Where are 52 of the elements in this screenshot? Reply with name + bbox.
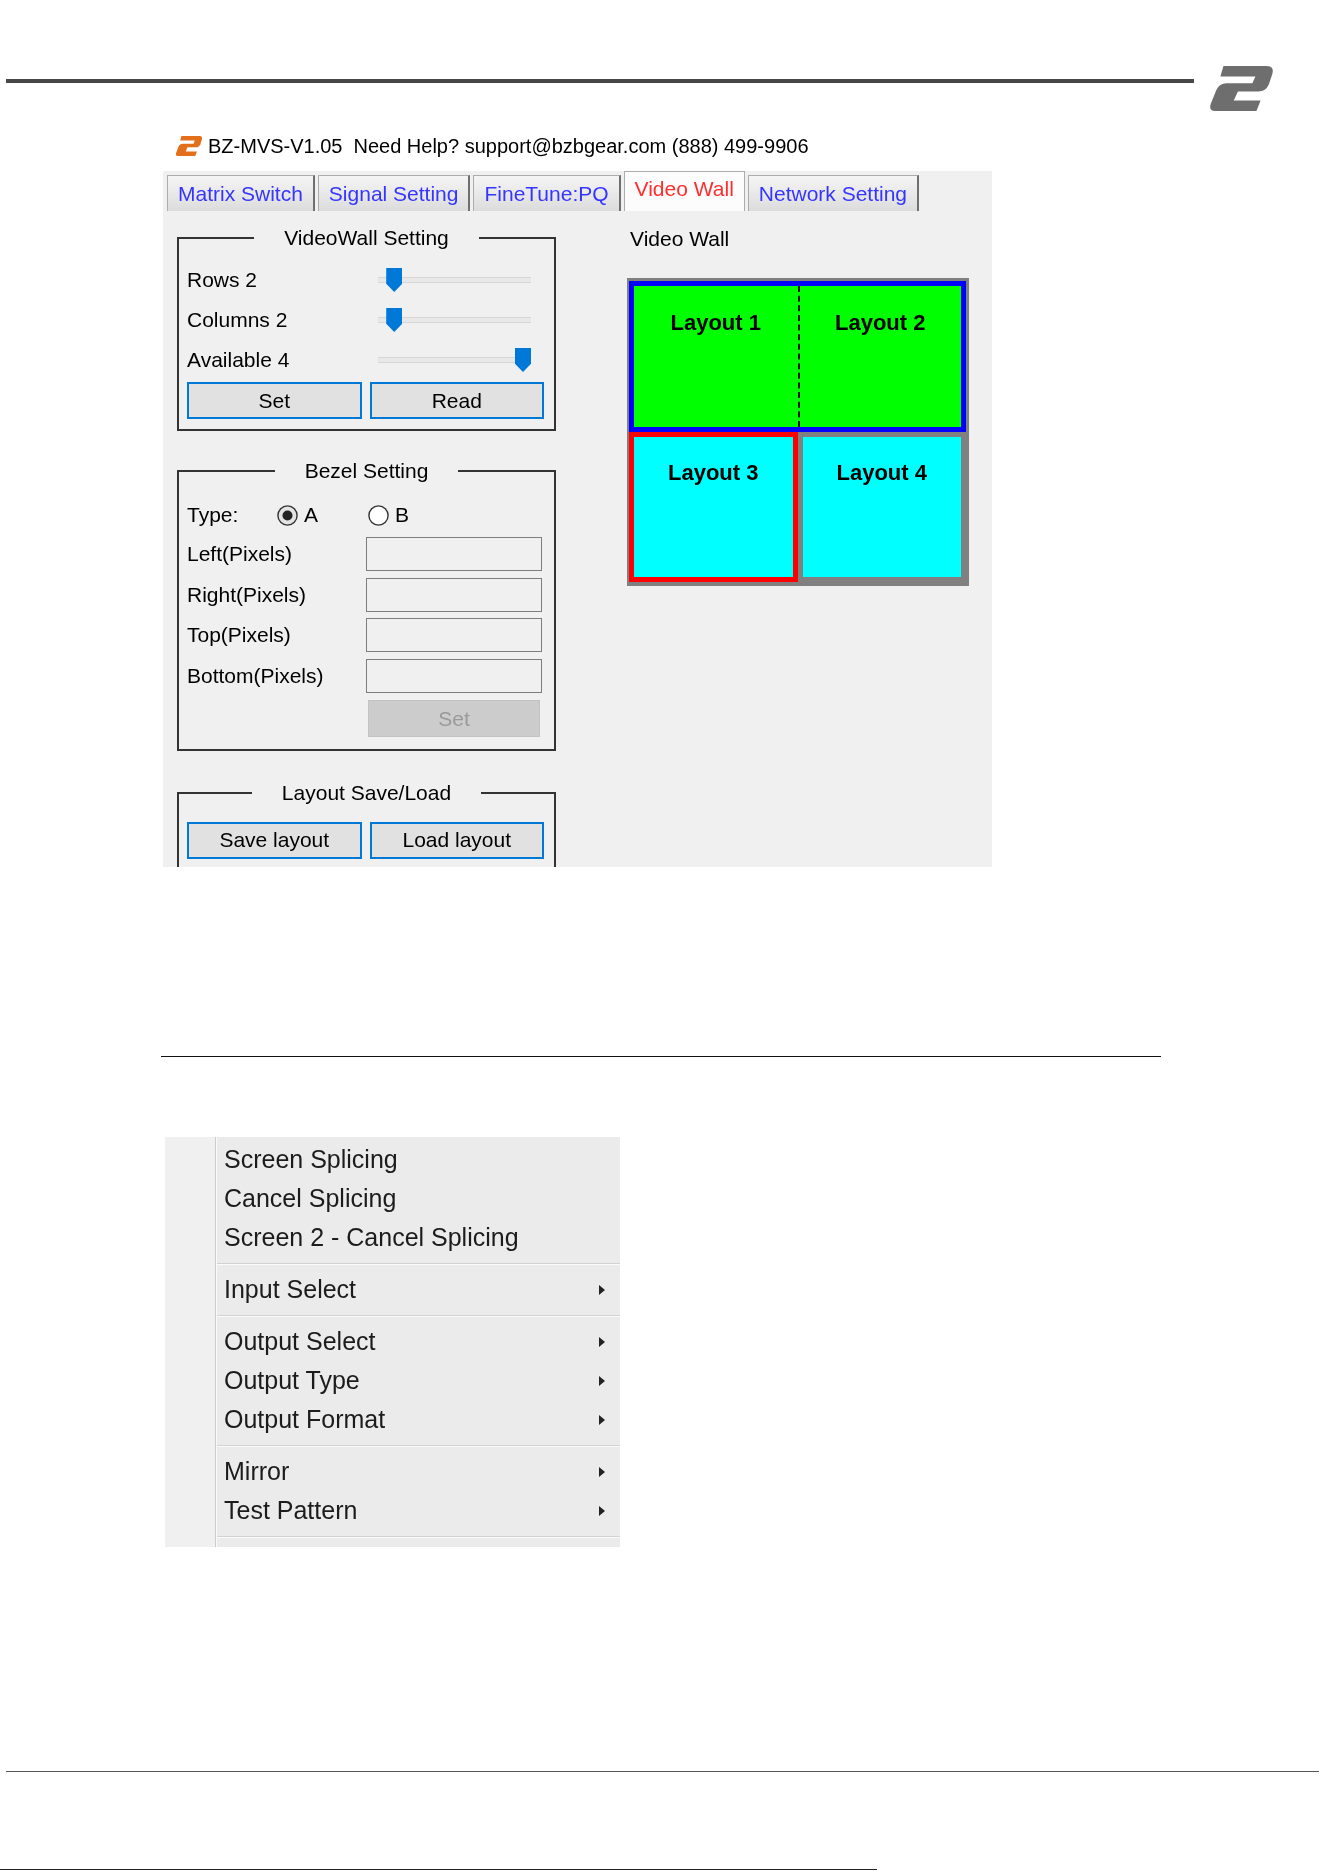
menu-item[interactable]: Screen Splicing bbox=[217, 1140, 620, 1179]
tab[interactable]: FineTune:PQ bbox=[473, 175, 621, 211]
tab[interactable]: Signal Setting bbox=[317, 175, 471, 211]
read-button[interactable]: Read bbox=[369, 382, 544, 419]
field-label: Top(Pixels) bbox=[187, 623, 292, 647]
field-label: Left(Pixels) bbox=[187, 542, 294, 566]
menu-item[interactable]: Input Select bbox=[217, 1270, 620, 1309]
logo-icon bbox=[175, 136, 203, 156]
field-label: Right(Pixels) bbox=[187, 582, 308, 607]
tile-label: Layout 4 bbox=[836, 461, 927, 485]
menu-item[interactable]: Output Format bbox=[217, 1400, 620, 1439]
input-field[interactable] bbox=[366, 577, 542, 612]
field-label: Type: bbox=[187, 503, 240, 527]
radio-option[interactable]: B bbox=[368, 503, 409, 527]
tile-label: Layout 3 bbox=[668, 461, 759, 485]
slider-thumb[interactable] bbox=[515, 348, 531, 372]
radio-icon[interactable] bbox=[368, 504, 389, 526]
tile-label: Layout 2 bbox=[835, 311, 926, 335]
slider-thumb[interactable] bbox=[386, 268, 403, 292]
load-layout-button[interactable]: Load layout bbox=[369, 821, 544, 859]
slider-label: Columns 2 bbox=[187, 308, 289, 332]
app-title: BZ-MVS-V1.05 bbox=[208, 134, 343, 158]
group-title: Bezel Setting bbox=[304, 459, 429, 482]
menu-item[interactable]: Output Type bbox=[217, 1361, 620, 1400]
group-title: VideoWall Setting bbox=[284, 226, 449, 249]
screen-tile[interactable]: Layout 1 bbox=[634, 286, 798, 427]
menu-item[interactable]: Cancel Splicing bbox=[217, 1179, 620, 1218]
input-field[interactable] bbox=[366, 618, 542, 652]
slider-label: Available 4 bbox=[187, 348, 291, 372]
slider-label: Rows 2 bbox=[187, 268, 259, 292]
radio-option[interactable]: A bbox=[277, 503, 368, 527]
tab[interactable]: Matrix Switch bbox=[167, 175, 315, 211]
menu-item[interactable]: Test Pattern bbox=[217, 1491, 620, 1530]
section-title: Video Wall bbox=[630, 227, 730, 251]
menu-item[interactable]: Screen 2 - Cancel Splicing bbox=[217, 1218, 620, 1257]
save-layout-button[interactable]: Save layout bbox=[187, 821, 362, 859]
input-field[interactable] bbox=[366, 537, 542, 571]
screen-tile[interactable]: Layout 3 bbox=[629, 432, 798, 582]
radio-icon[interactable] bbox=[277, 504, 298, 526]
menu-item[interactable]: Mirror bbox=[217, 1452, 620, 1491]
set-button[interactable]: Set bbox=[187, 382, 362, 419]
menu-item[interactable]: Output Select bbox=[217, 1322, 620, 1361]
input-field[interactable] bbox=[366, 658, 542, 693]
tile-label: Layout 1 bbox=[670, 311, 761, 335]
field-label: Bottom(Pixels) bbox=[187, 663, 325, 688]
screen-tile[interactable]: Layout 2 bbox=[797, 286, 961, 427]
tab[interactable]: Network Setting bbox=[747, 175, 920, 211]
logo-icon bbox=[1208, 66, 1275, 111]
slider-thumb[interactable] bbox=[386, 308, 403, 332]
group-title: Layout Save/Load bbox=[281, 780, 452, 804]
help-text: Need Help? support@bzbgear.com (888) 499-9906 bbox=[353, 134, 809, 158]
tab[interactable]: Video Wall bbox=[623, 171, 745, 211]
